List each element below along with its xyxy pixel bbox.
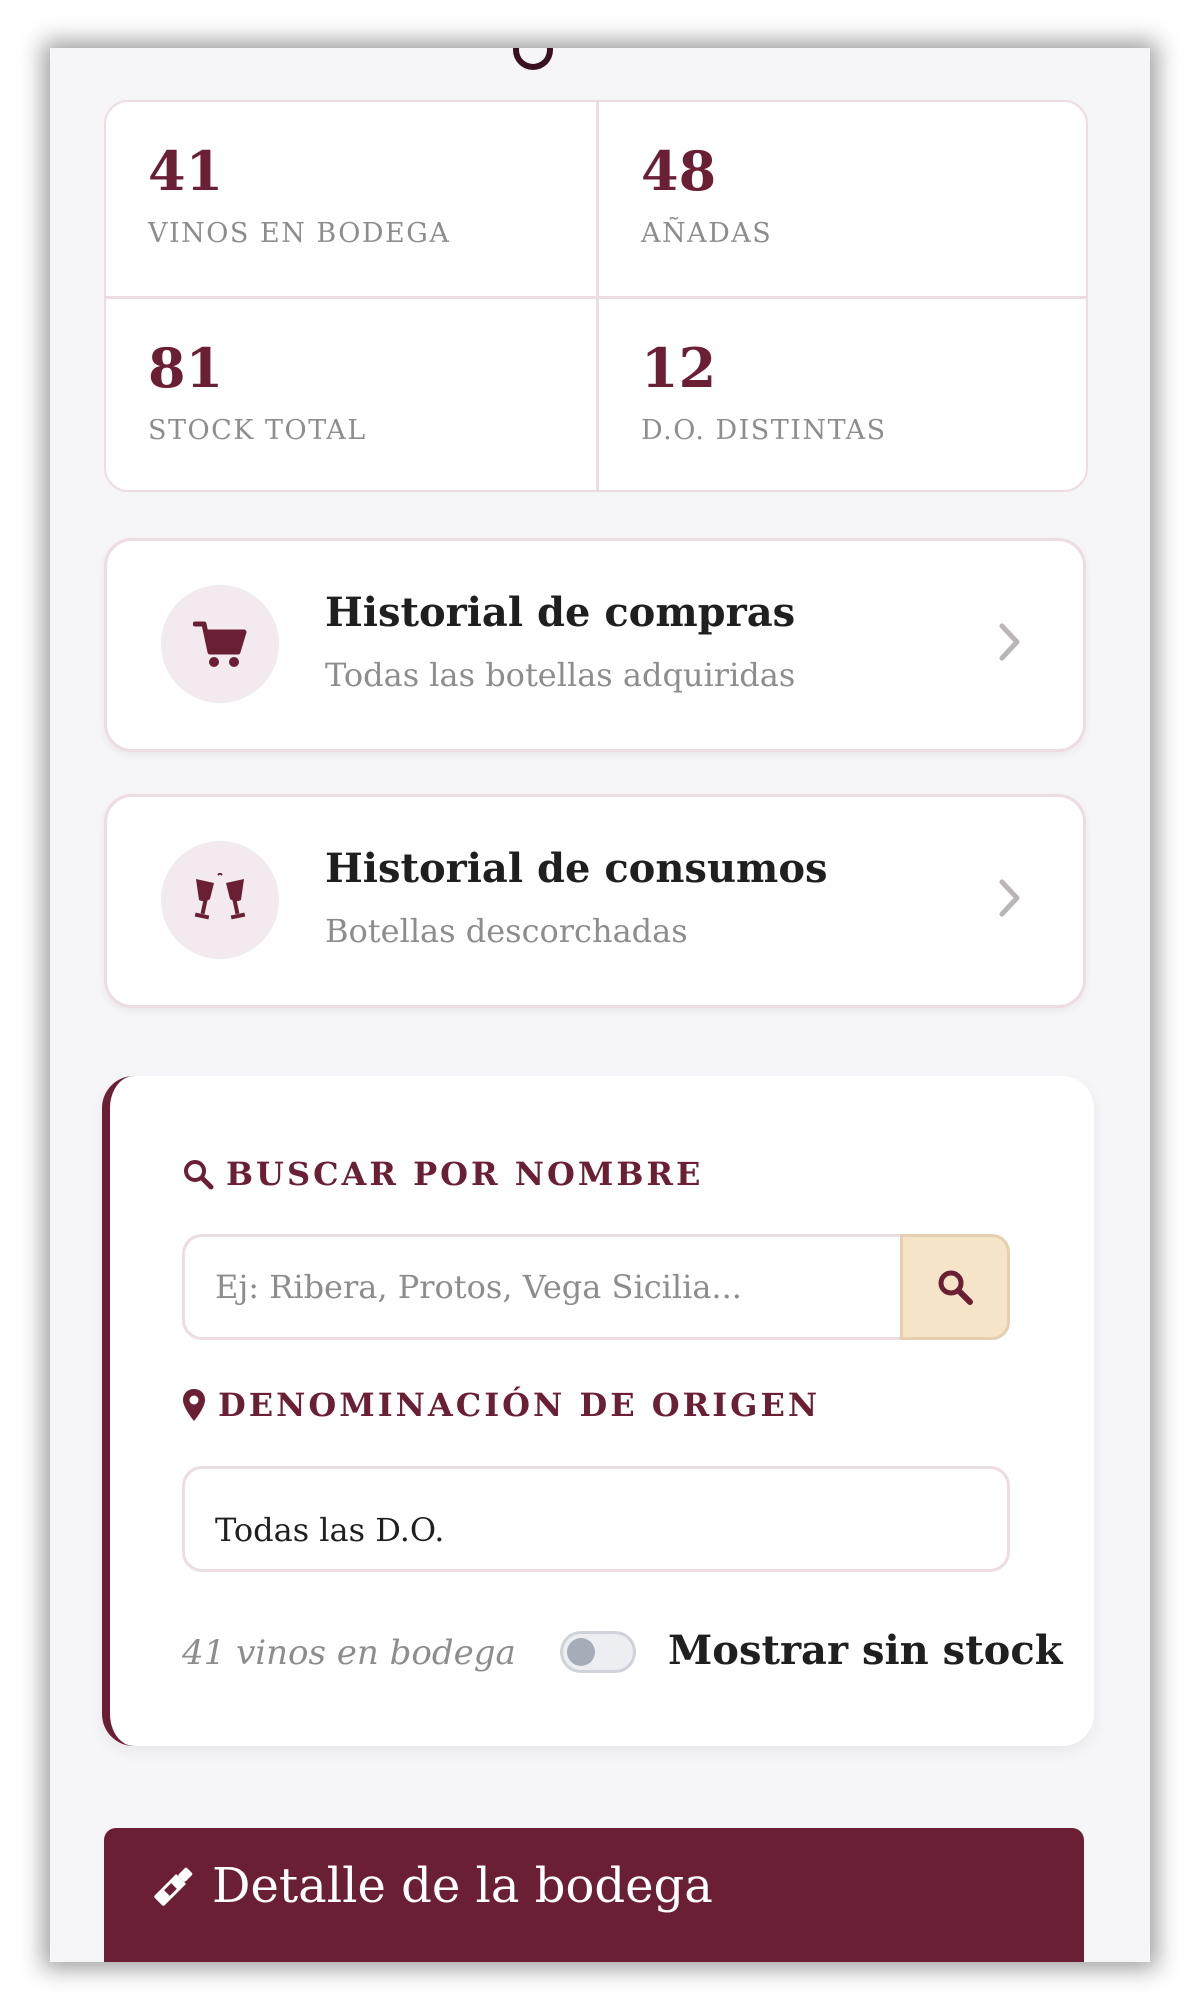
search-input[interactable] — [182, 1234, 900, 1340]
stats-grid: 41 VINOS EN BODEGA 48 AÑADAS 81 STOCK TO… — [104, 100, 1088, 492]
search-label-text: BUSCAR POR NOMBRE — [226, 1155, 704, 1193]
card-subtitle: Todas las botellas adquiridas — [325, 656, 796, 694]
stat-label: D.O. DISTINTAS — [641, 415, 887, 446]
stat-label: AÑADAS — [641, 218, 773, 249]
stat-distinct-do: 12 D.O. DISTINTAS — [596, 296, 1086, 490]
clipped-heading-glyph — [513, 48, 553, 70]
map-pin-icon — [183, 1389, 205, 1421]
stat-wines: 41 VINOS EN BODEGA — [106, 102, 596, 296]
toggle-knob — [567, 1638, 595, 1666]
stat-label: VINOS EN BODEGA — [148, 218, 451, 249]
search-icon — [938, 1270, 973, 1305]
search-button[interactable] — [900, 1234, 1010, 1340]
stat-value: 81 — [148, 336, 224, 400]
wine-glasses-icon — [161, 841, 279, 959]
purchase-history-card[interactable]: Historial de compras Todas las botellas … — [104, 538, 1086, 752]
stat-value: 41 — [148, 139, 224, 203]
app-frame: 41 VINOS EN BODEGA 48 AÑADAS 81 STOCK TO… — [50, 48, 1150, 1962]
card-subtitle: Botellas descorchadas — [325, 912, 688, 950]
cart-icon — [161, 585, 279, 703]
stat-label: STOCK TOTAL — [148, 415, 367, 446]
do-label-text: DENOMINACIÓN DE ORIGEN — [218, 1386, 821, 1424]
chevron-right-icon — [997, 877, 1023, 923]
stat-vintages: 48 AÑADAS — [596, 102, 1086, 296]
card-title: Historial de consumos — [325, 845, 828, 892]
show-without-stock-toggle[interactable] — [560, 1631, 636, 1673]
wine-bottle-icon — [154, 1867, 193, 1906]
chevron-right-icon — [997, 621, 1023, 667]
stat-value: 12 — [641, 336, 717, 400]
do-label: DENOMINACIÓN DE ORIGEN — [182, 1388, 820, 1422]
search-icon — [184, 1160, 214, 1190]
search-label: BUSCAR POR NOMBRE — [182, 1158, 703, 1190]
consumption-history-card[interactable]: Historial de consumos Botellas descorcha… — [104, 794, 1086, 1008]
stat-value: 48 — [641, 139, 717, 203]
stat-total-stock: 81 STOCK TOTAL — [106, 296, 596, 490]
do-select[interactable]: Todas las D.O. — [182, 1466, 1010, 1572]
wine-count-text: 41 vinos en bodega — [182, 1633, 516, 1673]
detail-title: Detalle de la bodega — [150, 1862, 713, 1910]
detail-title-text: Detalle de la bodega — [212, 1858, 713, 1914]
toggle-label[interactable]: Mostrar sin stock — [668, 1631, 1062, 1671]
detail-header: Detalle de la bodega — [104, 1828, 1084, 1962]
filter-card: BUSCAR POR NOMBRE DENOMINACIÓN DE ORIGEN… — [102, 1076, 1094, 1746]
card-title: Historial de compras — [325, 589, 796, 636]
do-select-value: Todas las D.O. — [215, 1511, 445, 1549]
